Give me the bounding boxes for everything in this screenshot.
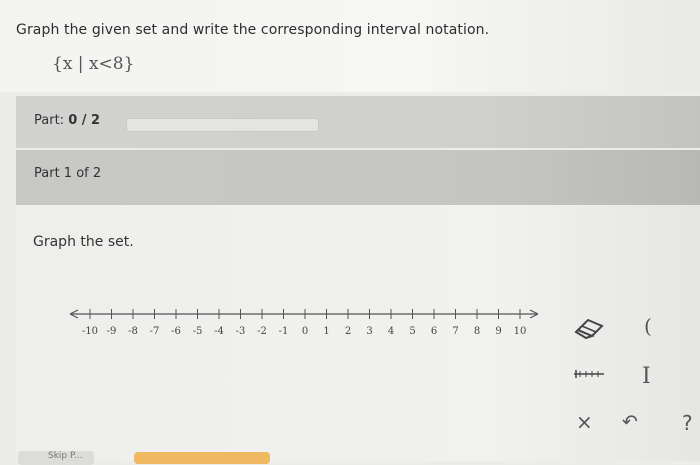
tick-label: 4 — [388, 326, 394, 337]
tick-label: -3 — [236, 326, 246, 337]
tick-label: -8 — [128, 326, 138, 337]
tick-label: -6 — [171, 326, 181, 337]
tick-label: 10 — [514, 326, 527, 337]
set-notation: {x | x<8} — [52, 54, 135, 74]
instruction-text: Graph the set. — [33, 234, 134, 250]
bar-icon[interactable]: I — [642, 364, 651, 389]
tick-label: 7 — [452, 326, 458, 337]
bracket-segment-icon[interactable] — [572, 368, 606, 380]
skip-part-button[interactable]: Skip P... — [18, 451, 94, 465]
tick-label: 6 — [431, 326, 437, 337]
part-progress-prefix: Part: — [34, 113, 65, 128]
check-button[interactable] — [134, 452, 270, 464]
tick-label: 9 — [495, 326, 501, 337]
tick-label: 2 — [345, 326, 351, 337]
tick-label: -5 — [193, 326, 203, 337]
tick-label: -7 — [150, 326, 160, 337]
tick-label: 1 — [323, 326, 329, 337]
tick-label: -2 — [257, 326, 267, 337]
clear-icon[interactable]: × — [576, 410, 593, 434]
part-indicator-bar — [16, 150, 700, 205]
part-progress-label: Part: 0 / 2 — [34, 113, 100, 128]
question-prompt: Graph the given set and write the corres… — [16, 22, 490, 38]
tick-label: 8 — [474, 326, 480, 337]
undo-icon[interactable]: ↶ — [622, 411, 638, 433]
part-progress-value: 0 / 2 — [68, 113, 101, 128]
question-header — [0, 0, 700, 92]
tick-label: -9 — [107, 326, 117, 337]
tick-label: 5 — [409, 326, 415, 337]
tick-label: -10 — [82, 326, 98, 337]
part-indicator-label: Part 1 of 2 — [34, 166, 102, 181]
tick-label: -4 — [214, 326, 224, 337]
tick-label: 3 — [366, 326, 372, 337]
tick-label: -1 — [279, 326, 289, 337]
help-icon[interactable]: ? — [682, 411, 693, 435]
progress-track — [126, 118, 319, 132]
tick-label: 0 — [302, 326, 308, 337]
eraser-icon[interactable] — [572, 316, 606, 340]
left-paren-icon[interactable]: ( — [644, 314, 652, 338]
graph-toolbar: ( I × ↶ ? — [562, 298, 700, 458]
part-progress-bar — [16, 96, 700, 148]
number-line[interactable]: -10 -9 -8 -7 -6 -5 -4 -3 -2 -1 0 1 2 3 4 5 6 7 8 9 10 — [68, 296, 546, 360]
